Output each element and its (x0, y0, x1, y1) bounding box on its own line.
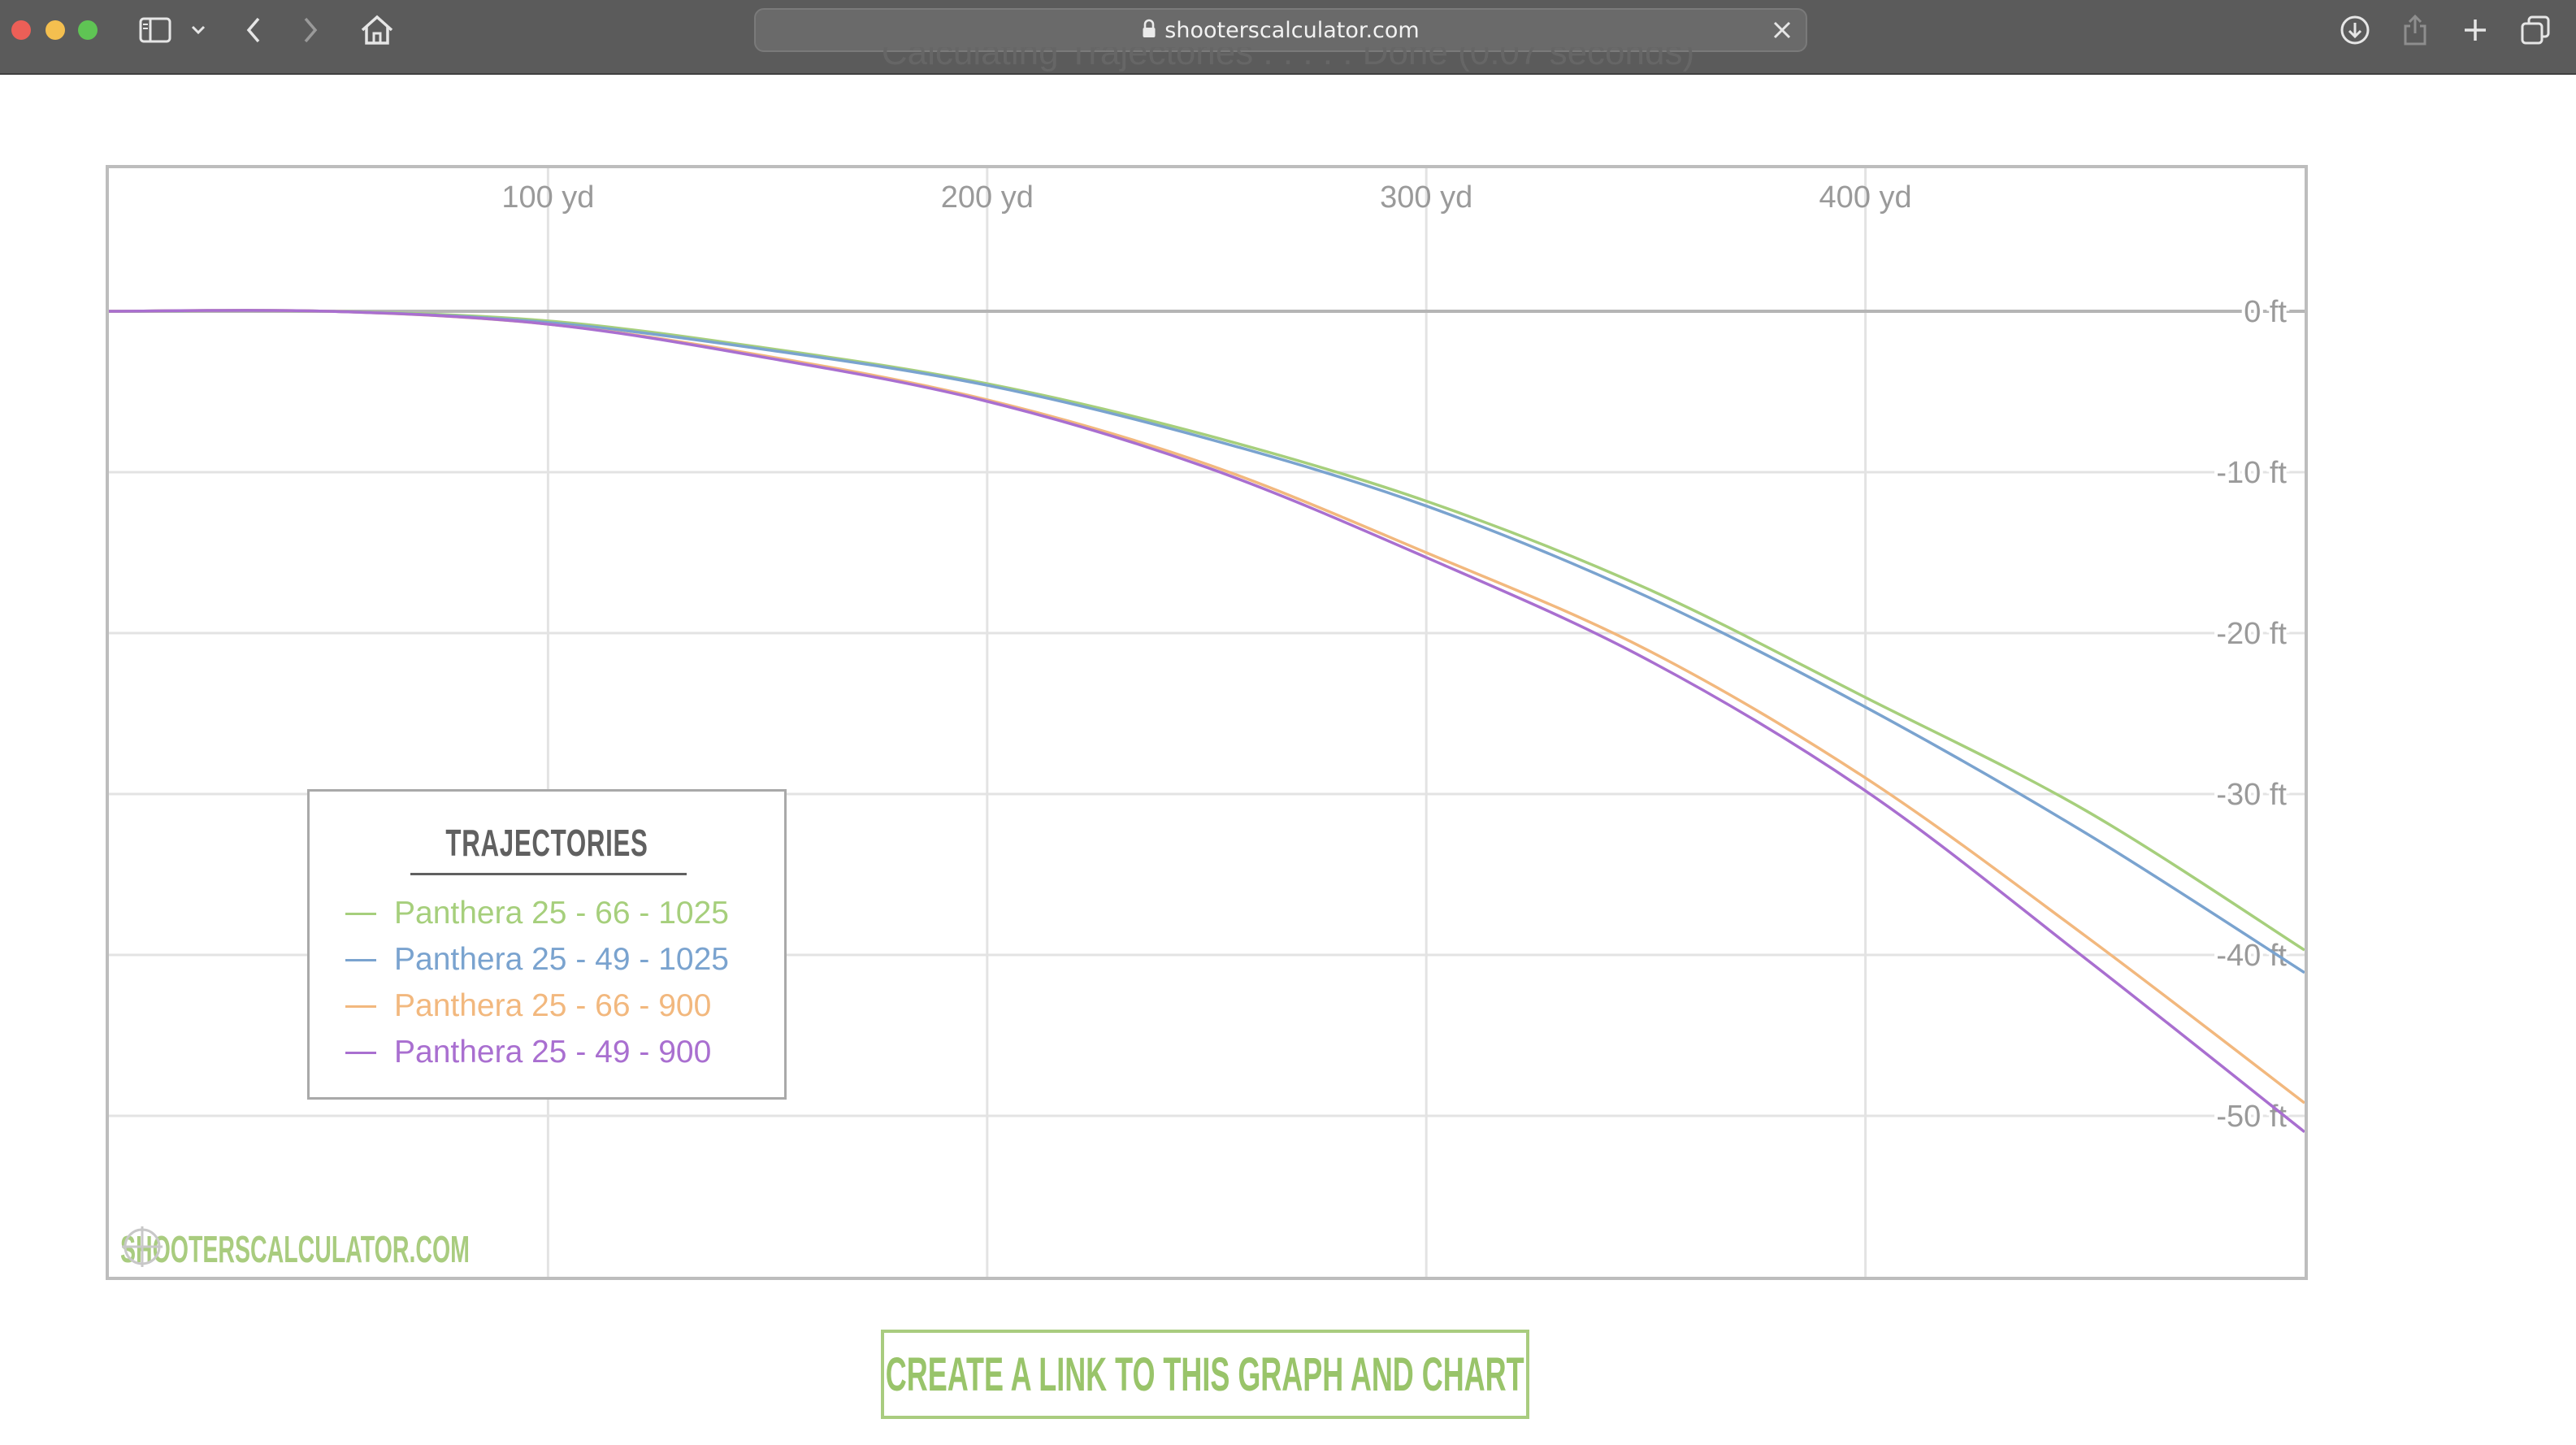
legend-swatch (345, 912, 376, 915)
x-tick-label: 200 yd (941, 180, 1034, 215)
plus-icon[interactable] (2459, 10, 2491, 50)
legend-item: Panthera 25 - 66 - 900 (345, 987, 711, 1025)
create-link-button-label: CREATE A LINK TO THIS GRAPH AND CHART (886, 1347, 1524, 1401)
close-window-button[interactable] (11, 20, 31, 40)
y-tick-label: 0 ft (2244, 295, 2287, 329)
chart-legend: TRAJECTORIES Panthera 25 - 66 - 1025 Pant… (307, 789, 787, 1100)
close-icon[interactable] (1770, 18, 1794, 46)
back-icon[interactable] (239, 10, 268, 50)
forward-icon[interactable] (296, 10, 325, 50)
create-link-button[interactable]: CREATE A LINK TO THIS GRAPH AND CHART (881, 1330, 1529, 1419)
legend-item: Panthera 25 - 49 - 900 (345, 1034, 711, 1071)
legend-label: Panthera 25 - 66 - 900 (394, 988, 712, 1023)
site-watermark: SHOOTERSCALCULATOR.COM (120, 1225, 470, 1274)
calculation-status-title: Calculating Trajectories . . . . . Done … (881, 47, 1695, 72)
download-icon[interactable] (2337, 10, 2373, 50)
legend-item: Panthera 25 - 66 - 1025 (345, 895, 729, 932)
legend-swatch (345, 1005, 376, 1008)
x-tick-label: 100 yd (501, 180, 594, 215)
zoom-window-button[interactable] (78, 20, 98, 40)
y-tick-label: -50 ft (2216, 1100, 2287, 1134)
y-tick-label: -30 ft (2216, 778, 2287, 812)
legend-swatch (345, 958, 376, 961)
home-icon[interactable] (358, 10, 397, 50)
share-icon[interactable] (2399, 10, 2431, 50)
legend-swatch (345, 1051, 376, 1054)
chevron-down-icon[interactable] (187, 10, 210, 50)
trajectory-chart-svg: 100 yd 200 yd 300 yd 400 yd 0 ft -10 ft -20 ft… (109, 168, 2305, 1277)
url-text: shooterscalculator.com (1164, 17, 1420, 43)
y-tick-label: -20 ft (2216, 617, 2287, 651)
x-tick-label: 400 yd (1819, 180, 1912, 215)
legend-item: Panthera 25 - 49 - 1025 (345, 941, 729, 979)
legend-label: Panthera 25 - 49 - 1025 (394, 942, 729, 977)
legend-label: Panthera 25 - 49 - 900 (394, 1035, 712, 1070)
legend-title: TRAJECTORIES (445, 822, 648, 864)
minimize-window-button[interactable] (46, 20, 65, 40)
y-tick-label: -10 ft (2216, 456, 2287, 490)
sidebar-icon[interactable] (135, 10, 176, 50)
address-bar[interactable]: shooterscalculator.com (754, 8, 1807, 52)
legend-title-underline (410, 873, 687, 875)
lock-icon (1142, 19, 1156, 42)
trajectory-chart: 100 yd 200 yd 300 yd 400 yd 0 ft -10 ft -20 ft… (106, 165, 2308, 1280)
legend-label: Panthera 25 - 66 - 1025 (394, 896, 729, 931)
x-tick-label: 300 yd (1380, 180, 1472, 215)
tabs-icon[interactable] (2517, 10, 2553, 50)
